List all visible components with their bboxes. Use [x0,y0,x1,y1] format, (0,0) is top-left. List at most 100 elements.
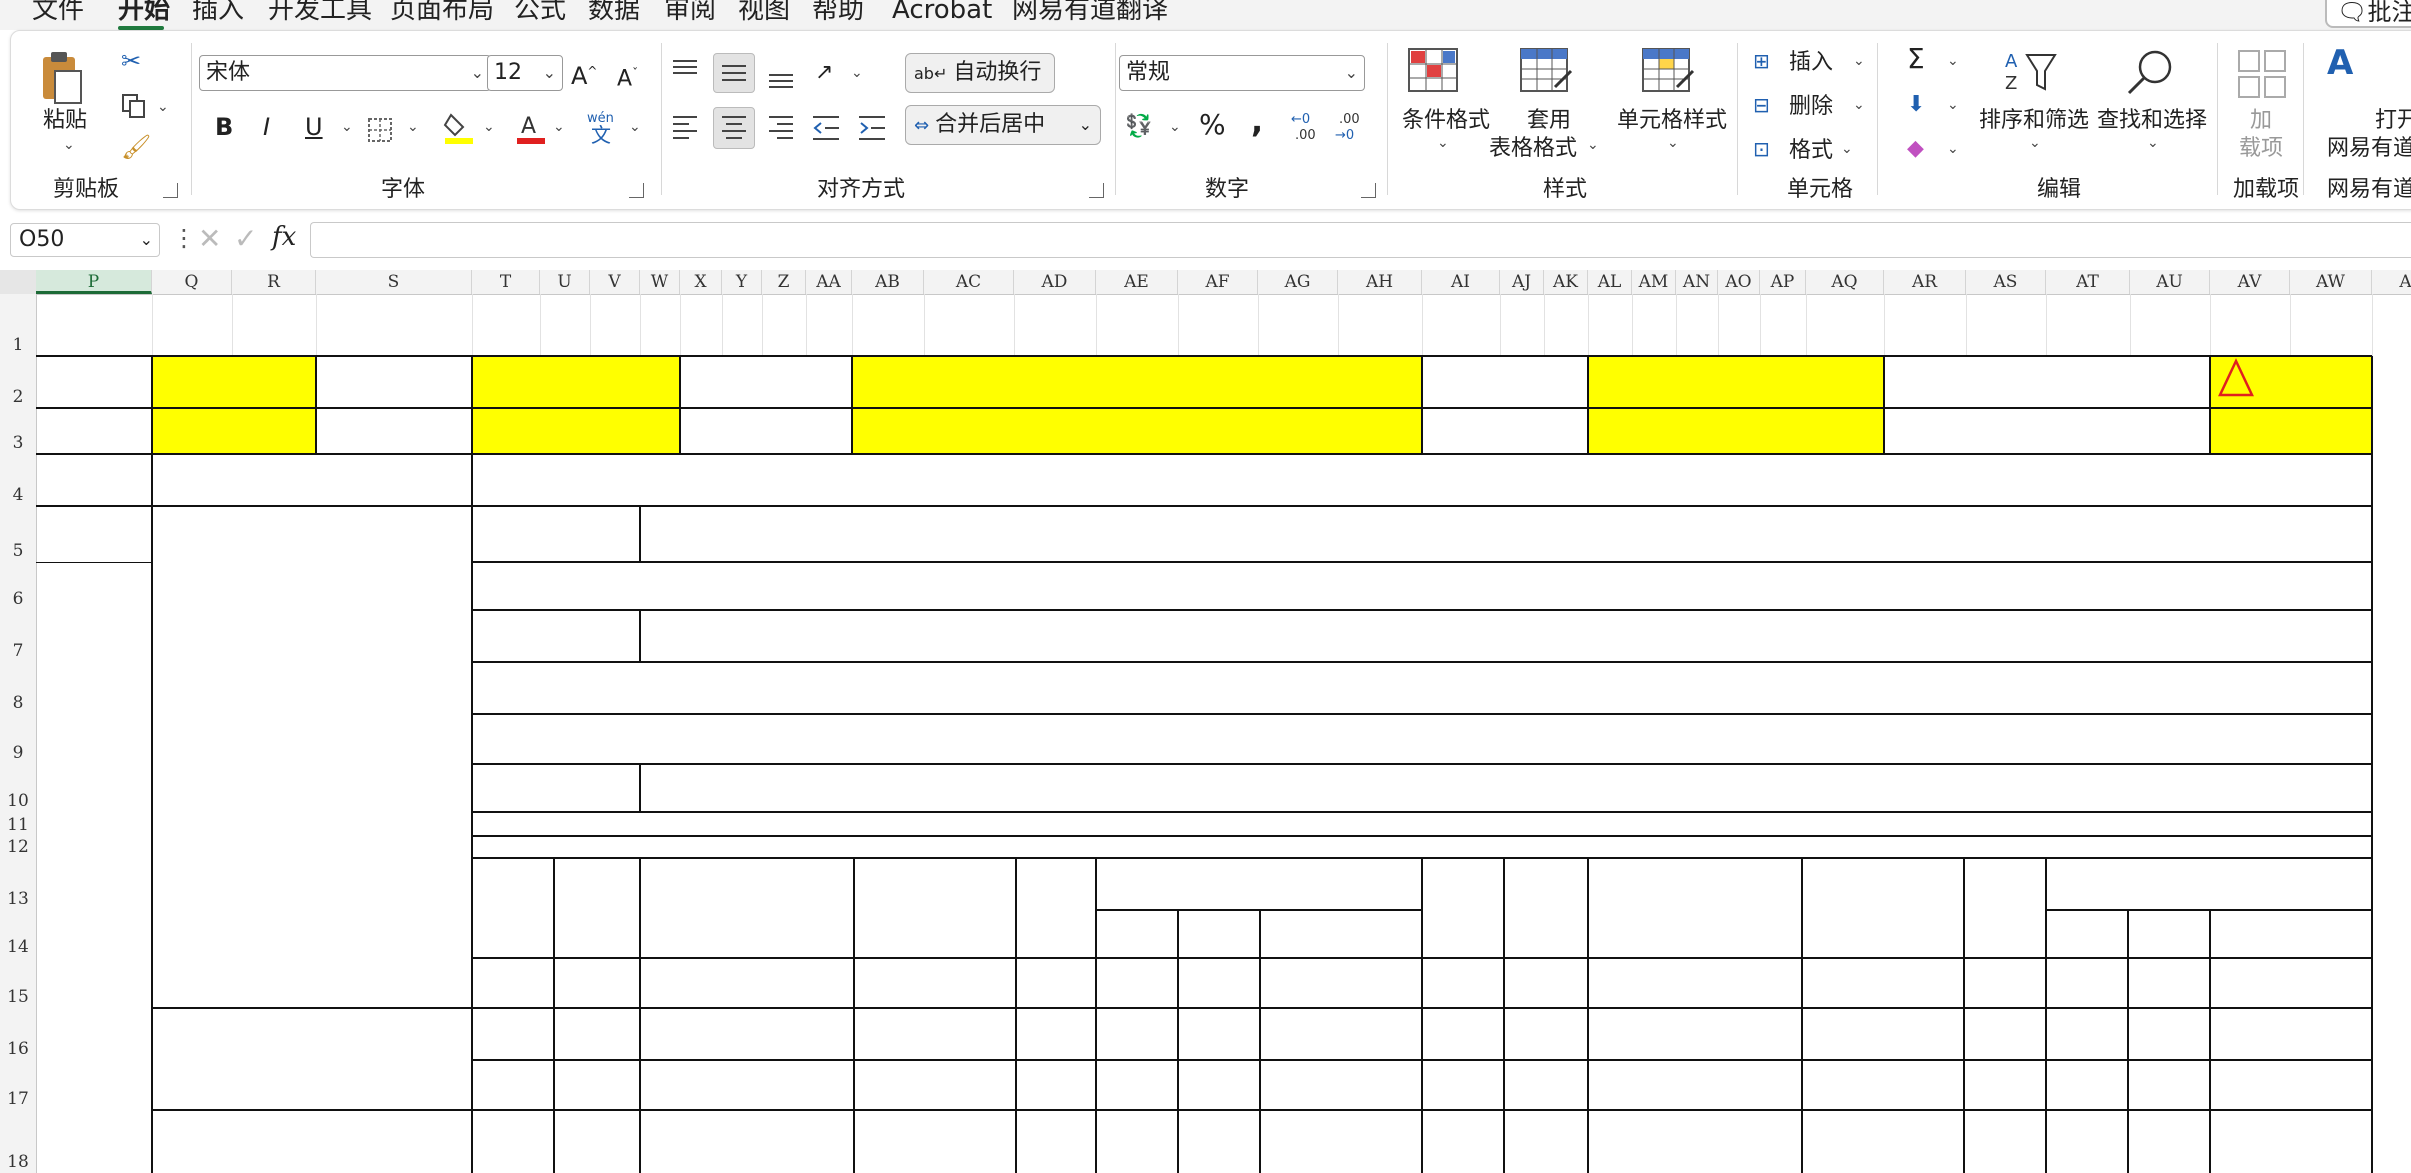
format-as-table-icon[interactable] [1519,47,1575,95]
column-header-A[interactable]: A [2372,270,2411,294]
menu-insert[interactable]: 插入 [192,0,244,26]
borders-icon[interactable] [367,117,393,143]
menu-help[interactable]: 帮助 [812,0,864,26]
find-select-dropdown-icon[interactable]: ⌄ [2147,135,2159,151]
cell-styles-label[interactable]: 单元格样式 [1607,107,1737,135]
number-format-select[interactable]: 常规 ⌄ [1119,55,1365,91]
conditional-format-dropdown-icon[interactable]: ⌄ [1437,135,1449,151]
align-bottom-icon[interactable] [767,57,795,91]
percent-button[interactable]: % [1199,111,1226,139]
align-top-icon[interactable] [671,57,699,85]
insert-function-button[interactable]: fx [272,222,296,252]
row-header-16[interactable]: 16 [0,1038,36,1060]
column-header-AC[interactable]: AC [924,270,1014,294]
paste-dropdown-icon[interactable]: ⌄ [63,137,75,153]
font-color-dropdown-icon[interactable]: ⌄ [553,119,565,135]
menu-youdao[interactable]: 网易有道翻译 [1012,0,1168,26]
row-header-10[interactable]: 10 [0,790,36,812]
formula-input[interactable] [310,222,2411,258]
row-header-5[interactable]: 5 [0,540,36,562]
menu-review[interactable]: 审阅 [664,0,716,26]
underline-dropdown-icon[interactable]: ⌄ [341,119,353,135]
bold-button[interactable]: B [215,113,233,141]
row-header-1[interactable]: 1 [0,334,36,356]
fill-icon[interactable]: ⬇ [1907,91,1925,119]
equipment-value[interactable] [1588,408,1884,454]
phonetic-char[interactable]: 文 [591,121,611,149]
column-header-W[interactable]: W [640,270,680,294]
format-painter-icon[interactable]: 🖌 [121,133,151,161]
borders-dropdown-icon[interactable]: ⌄ [407,119,419,135]
column-header-AP[interactable]: AP [1760,270,1806,294]
font-name-select[interactable]: 宋体 ⌄ [199,55,491,91]
paste-icon[interactable] [39,49,85,105]
italic-button[interactable]: I [263,113,270,141]
alignment-launcher-icon[interactable] [1089,183,1104,198]
youdao-label-a[interactable]: 打开 [2375,107,2411,135]
column-header-AO[interactable]: AO [1718,270,1760,294]
row-header-17[interactable]: 17 [0,1088,36,1110]
row-header-2[interactable]: 2 [0,386,36,408]
cell-styles-icon[interactable] [1641,47,1697,95]
insert-dropdown-icon[interactable]: ⌄ [1853,53,1865,69]
row-header-13[interactable]: 13 [0,888,36,910]
column-header-AF[interactable]: AF [1178,270,1258,294]
font-size-select[interactable]: 12 ⌄ [487,55,563,91]
row-header-9[interactable]: 9 [0,742,36,764]
increase-font-icon[interactable]: A^ [571,57,597,90]
find-select-label[interactable]: 查找和选择 [2091,107,2213,135]
youdao-label-b[interactable]: 网易有道 [2327,135,2411,163]
format-as-table-dropdown-icon[interactable]: ⌄ [1587,137,1599,153]
row-header-11[interactable]: 11 [0,814,36,836]
column-header-P[interactable]: P [36,270,152,294]
column-header-AW[interactable]: AW [2290,270,2372,294]
column-header-AU[interactable]: AU [2130,270,2210,294]
page-value[interactable] [2210,408,2372,454]
row-header-7[interactable]: 7 [0,640,36,662]
clear-icon[interactable]: ◆ [1907,135,1924,163]
row-header-8[interactable]: 8 [0,692,36,714]
align-center-button[interactable] [713,107,755,149]
column-header-AQ[interactable]: AQ [1806,270,1884,294]
column-header-X[interactable]: X [680,270,722,294]
addins-icon[interactable] [2237,49,2289,99]
font-launcher-icon[interactable] [629,183,644,198]
delete-cells-button[interactable]: 删除 [1789,93,1833,121]
delete-cells-icon[interactable]: ⊟ [1753,91,1770,119]
worksheet[interactable]: P Q R S T U V W X Y Z AA AB AC AD AE AF AG AH AI AJ AK AL AM AN A… [0,270,2411,1173]
cell-styles-dropdown-icon[interactable]: ⌄ [1667,135,1679,151]
column-header-AH[interactable]: AH [1338,270,1422,294]
align-middle-button[interactable] [713,53,755,93]
column-header-AR[interactable]: AR [1884,270,1966,294]
wrap-text-button[interactable]: ab↵ 自动换行 [905,53,1055,93]
autosum-icon[interactable]: Σ [1907,45,1925,73]
column-header-AA[interactable]: AA [806,270,852,294]
column-header-Y[interactable]: Y [722,270,762,294]
format-cells-button[interactable]: 格式 [1789,137,1833,165]
column-header-AK[interactable]: AK [1544,270,1588,294]
fill-color-icon[interactable] [443,111,475,145]
comma-button[interactable]: , [1251,105,1263,137]
row-header-12[interactable]: 12 [0,836,36,858]
column-header-AN[interactable]: AN [1676,270,1718,294]
insert-cells-icon[interactable]: ⊞ [1753,47,1770,75]
select-all-corner[interactable] [0,270,36,294]
row-header-15[interactable]: 15 [0,986,36,1008]
sort-filter-dropdown-icon[interactable]: ⌄ [2029,135,2041,151]
format-as-table-label-b[interactable]: 表格格式 [1489,135,1577,163]
menu-acrobat[interactable]: Acrobat [892,0,992,26]
menu-developer[interactable]: 开发工具 [268,0,372,26]
row-header-4[interactable]: 4 [0,484,36,506]
fill-color-dropdown-icon[interactable]: ⌄ [483,119,495,135]
menu-formulas[interactable]: 公式 [514,0,566,26]
fill-dropdown-icon[interactable]: ⌄ [1947,97,1959,113]
format-as-table-label-a[interactable]: 套用 [1509,107,1589,135]
underline-button[interactable]: U [305,113,323,141]
more-icon[interactable]: ⋮ [172,224,196,252]
align-right-icon[interactable] [767,113,795,143]
decrease-font-icon[interactable]: Aˇ [617,59,638,93]
row-header-18[interactable]: 18 [0,1151,36,1173]
format-dropdown-icon[interactable]: ⌄ [1841,141,1853,157]
align-left-icon[interactable] [671,113,699,143]
delete-dropdown-icon[interactable]: ⌄ [1853,97,1865,113]
